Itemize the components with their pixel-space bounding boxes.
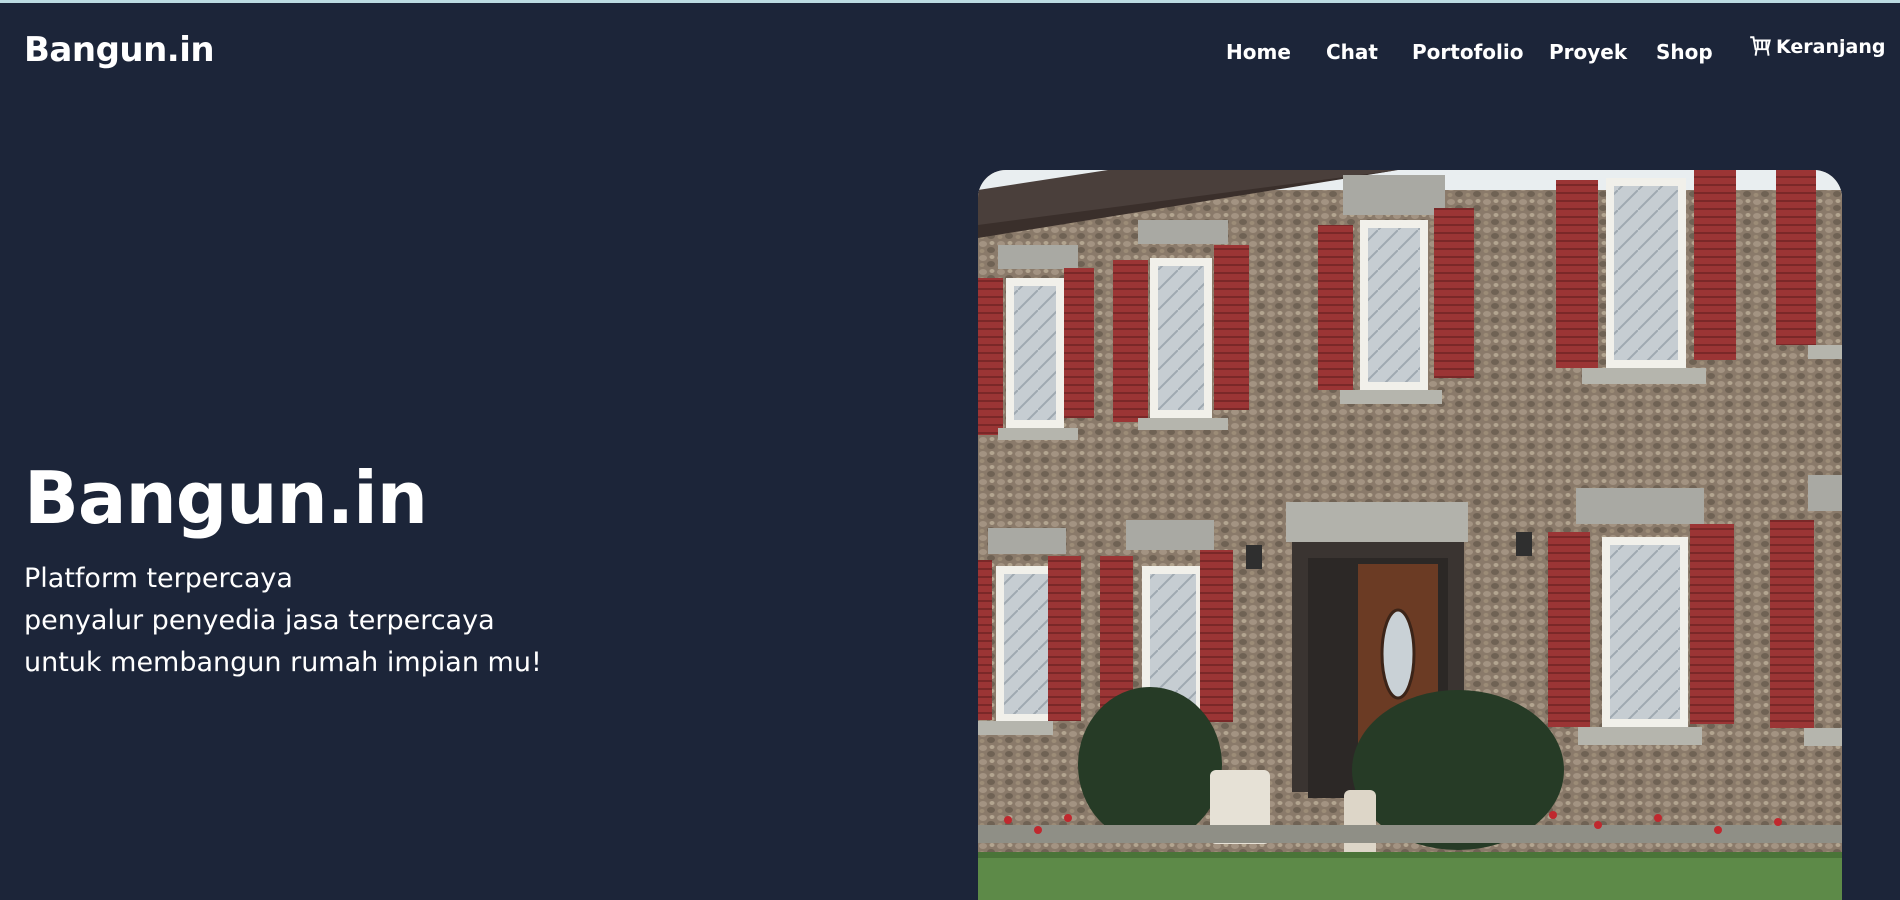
hero-line-2: penyalur penyedia jasa terpercaya [24,605,495,636]
brand-logo[interactable]: Bangun.in [24,30,215,70]
hero-line-3: untuk membangun rumah impian mu! [24,647,542,678]
nav-proyek[interactable]: Proyek [1549,40,1627,64]
house-photo [978,170,1842,900]
nav-portofolio[interactable]: Portofolio [1412,40,1523,64]
nav-shop[interactable]: Shop [1656,40,1713,64]
top-accent-line [0,0,1900,3]
cart-label: Keranjang [1776,36,1886,58]
hero-description: Platform terpercaya penyalur penyedia ja… [24,558,542,684]
hero-title: Bangun.in [24,456,428,540]
hero-line-1: Platform terpercaya [24,563,293,594]
nav-home[interactable]: Home [1226,40,1291,64]
cart-link[interactable]: Keranjang [1748,34,1885,60]
cart-icon [1748,34,1774,60]
main-nav: Home Chat Portofolio Proyek Shop Keranja… [1200,36,1885,74]
nav-chat[interactable]: Chat [1326,40,1378,64]
